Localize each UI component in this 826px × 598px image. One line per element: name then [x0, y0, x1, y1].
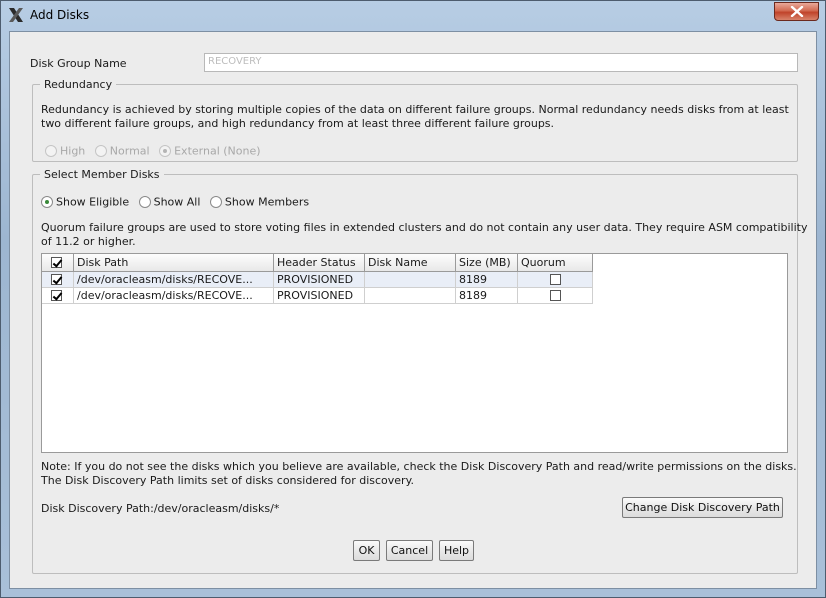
- table-row[interactable]: /dev/oracleasm/disks/RECOVE... PROVISION…: [42, 288, 593, 304]
- add-disks-dialog: Add Disks Disk Group Name RECOVERY Redun…: [0, 0, 826, 598]
- show-members-label[interactable]: Show Members: [225, 196, 309, 209]
- disk-name-cell[interactable]: [365, 288, 456, 304]
- show-all-label[interactable]: Show All: [154, 196, 201, 209]
- show-all-option[interactable]: Show All: [138, 195, 201, 209]
- show-members-radio[interactable]: [209, 196, 222, 209]
- redundancy-legend: Redundancy: [44, 78, 113, 91]
- redundancy-group: Redundancy Redundancy is achieved by sto…: [32, 78, 798, 162]
- redundancy-external-radio: [159, 145, 172, 158]
- discovery-note-line1: Note: If you do not see the disks which …: [41, 460, 797, 473]
- disk-discovery-path-label: Disk Discovery Path:/dev/oracleasm/disks…: [41, 502, 280, 515]
- header-status-cell: PROVISIONED: [274, 272, 365, 288]
- discovery-note-line2: The Disk Discovery Path limits set of di…: [41, 474, 415, 487]
- disk-path-cell: /dev/oracleasm/disks/RECOVE...: [74, 272, 274, 288]
- redundancy-high-label: High: [60, 144, 86, 158]
- col-header-header-status[interactable]: Header Status: [274, 254, 365, 272]
- disk-group-name-label: Disk Group Name: [30, 57, 127, 70]
- row-select-cell[interactable]: [42, 288, 74, 304]
- col-header-disk-path[interactable]: Disk Path: [74, 254, 274, 272]
- dialog-content: Disk Group Name RECOVERY Redundancy Redu…: [9, 31, 817, 589]
- member-disks-legend: Select Member Disks: [44, 168, 160, 181]
- select-all-checkbox[interactable]: [51, 257, 62, 268]
- title-bar[interactable]: Add Disks: [1, 1, 825, 29]
- row-select-checkbox[interactable]: [51, 274, 62, 285]
- col-header-disk-name[interactable]: Disk Name: [365, 254, 456, 272]
- change-disk-discovery-path-button[interactable]: Change Disk Discovery Path: [622, 497, 783, 518]
- redundancy-normal-option: Normal: [94, 144, 150, 158]
- disk-group-name-field: RECOVERY: [204, 53, 798, 72]
- header-status-cell: PROVISIONED: [274, 288, 365, 304]
- show-all-radio[interactable]: [138, 196, 151, 209]
- redundancy-description-line1: Redundancy is achieved by storing multip…: [41, 103, 789, 116]
- show-members-option[interactable]: Show Members: [209, 195, 309, 209]
- x-window-icon: [7, 6, 25, 24]
- show-eligible-label[interactable]: Show Eligible: [56, 196, 129, 209]
- redundancy-description-line2: two different failure groups, and high r…: [41, 117, 555, 130]
- col-header-quorum[interactable]: Quorum: [518, 254, 593, 272]
- redundancy-normal-radio: [94, 145, 107, 158]
- table-row[interactable]: /dev/oracleasm/disks/RECOVE... PROVISION…: [42, 272, 593, 288]
- quorum-description: Quorum failure groups are used to store …: [41, 221, 807, 249]
- close-icon: [790, 6, 804, 17]
- size-cell: 8189: [456, 272, 518, 288]
- redundancy-normal-label: Normal: [109, 144, 150, 158]
- quorum-checkbox[interactable]: [549, 290, 561, 301]
- select-all-header[interactable]: [42, 254, 74, 272]
- disk-path-cell: /dev/oracleasm/disks/RECOVE...: [74, 288, 274, 304]
- ok-button[interactable]: OK: [353, 540, 380, 561]
- redundancy-options: High Normal External (None): [45, 144, 267, 160]
- close-button[interactable]: [774, 2, 819, 21]
- cancel-button[interactable]: Cancel: [386, 540, 433, 561]
- quorum-description-line2: of 11.2 or higher.: [41, 235, 136, 248]
- quorum-cell[interactable]: [518, 288, 593, 304]
- help-button[interactable]: Help: [439, 540, 474, 561]
- show-eligible-radio[interactable]: [41, 196, 53, 209]
- redundancy-high-radio: [45, 145, 57, 158]
- quorum-checkbox[interactable]: [549, 274, 561, 285]
- redundancy-external-option: External (None): [159, 144, 261, 158]
- quorum-cell[interactable]: [518, 272, 593, 288]
- disk-filter-options: Show Eligible Show All Show Members: [41, 195, 315, 211]
- disk-table[interactable]: Disk Path Header Status Disk Name Size (…: [41, 253, 788, 453]
- discovery-note: Note: If you do not see the disks which …: [41, 460, 797, 488]
- row-select-cell[interactable]: [42, 272, 74, 288]
- redundancy-description: Redundancy is achieved by storing multip…: [41, 103, 789, 131]
- window-title: Add Disks: [30, 8, 90, 22]
- size-cell: 8189: [456, 288, 518, 304]
- disk-name-cell[interactable]: [365, 272, 456, 288]
- show-eligible-option[interactable]: Show Eligible: [41, 195, 129, 209]
- col-header-size[interactable]: Size (MB): [456, 254, 518, 272]
- row-select-checkbox[interactable]: [51, 290, 62, 301]
- redundancy-high-option: High: [45, 144, 85, 158]
- quorum-description-line1: Quorum failure groups are used to store …: [41, 221, 808, 234]
- redundancy-external-label: External (None): [174, 144, 261, 158]
